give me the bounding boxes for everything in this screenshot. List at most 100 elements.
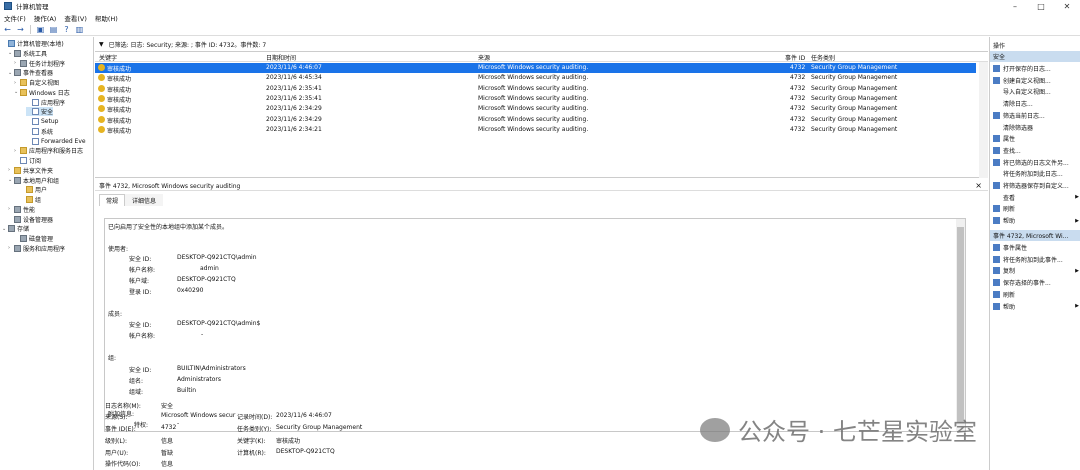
column-keyword[interactable]: 关键字 xyxy=(99,53,117,62)
tree-item-4[interactable]: › 自定义视图 xyxy=(14,78,59,87)
table-cell: Microsoft Windows security auditing. xyxy=(478,64,589,71)
action-item[interactable]: 帮助 ▶ xyxy=(990,301,1080,312)
column-source[interactable]: 来源 xyxy=(478,53,490,62)
group-domain-label: 组域: xyxy=(129,389,144,396)
forward-icon[interactable]: → xyxy=(15,24,26,34)
column-eventid[interactable]: 事件 ID xyxy=(785,53,805,62)
table-cell: 2023/11/6 4:46:07 xyxy=(266,64,322,71)
tree-item-14[interactable]: ⌄ 本地用户和组 xyxy=(8,176,59,185)
properties-icon[interactable]: ▤ xyxy=(48,24,59,34)
action-item[interactable]: 打开保存的日志... xyxy=(990,63,1080,74)
menu-action[interactable]: 操作(A) xyxy=(34,13,57,23)
tree-item-0[interactable]: 计算机管理(本地) xyxy=(2,39,64,48)
log-icon xyxy=(32,108,39,116)
description-scroll-thumb[interactable] xyxy=(957,227,964,423)
table-row[interactable]: 审核成功 2023/11/6 2:35:41 Microsoft Windows s… xyxy=(95,94,988,104)
tree-item-1[interactable]: ⌄ 系统工具 xyxy=(8,49,47,58)
tree-item-17[interactable]: › 性能 xyxy=(8,205,35,214)
action-label: 打开保存的日志... xyxy=(1003,66,1051,73)
minimize-button[interactable]: – xyxy=(1002,0,1028,12)
filter-bar: ▼ 已筛选: 日志: Security; 来源: ; 事件 ID: 4732。事… xyxy=(95,39,988,49)
tree-item-12[interactable]: 订阅 xyxy=(14,156,41,165)
subject-account-label: 帐户名称: xyxy=(129,267,156,274)
tree-item-label: 组 xyxy=(35,197,42,204)
menu-help[interactable]: 帮助(H) xyxy=(95,13,118,23)
table-row[interactable]: 审核成功 2023/11/6 2:35:41 Microsoft Windows s… xyxy=(95,84,988,94)
log-name-label: 日志名称(M): xyxy=(105,403,141,410)
grid-scrollbar[interactable] xyxy=(979,62,988,178)
column-datetime[interactable]: 日期和时间 xyxy=(266,53,296,62)
table-row[interactable]: 审核成功 2023/11/6 4:46:07 Microsoft Windows s… xyxy=(95,63,976,73)
actions-section-security[interactable]: 安全 xyxy=(990,51,1080,62)
action-item[interactable]: 将已筛选的日志文件另... xyxy=(990,157,1080,168)
tree-item-9[interactable]: 系统 xyxy=(26,127,53,136)
back-icon[interactable]: ← xyxy=(2,24,13,34)
tree-item-3[interactable]: ⌄ 事件查看器 xyxy=(8,68,53,77)
tree-item-15[interactable]: 用户 xyxy=(20,185,47,194)
action-item[interactable]: 将筛选器保存到自定义... xyxy=(990,180,1080,191)
events-grid: 关键字 日期和时间 来源 事件 ID 任务类别 审核成功 2023/11/6 4:… xyxy=(95,51,988,178)
action-item[interactable]: 清除日志... xyxy=(990,98,1080,109)
log-icon xyxy=(32,127,39,135)
action-item[interactable]: 刷新 xyxy=(990,203,1080,214)
privilege-value: - xyxy=(177,420,180,427)
action-item[interactable]: 查看 ▶ xyxy=(990,192,1080,203)
action-item[interactable]: 查找... xyxy=(990,145,1080,156)
tree-item-20[interactable]: 磁盘管理 xyxy=(14,234,53,243)
show-action-pane-icon[interactable]: ▥ xyxy=(74,24,85,34)
tab-details[interactable]: 详细信息 xyxy=(125,194,164,206)
actions-section-event[interactable]: 事件 4732, Microsoft Wi... xyxy=(990,230,1080,241)
table-row[interactable]: 审核成功 2023/11/6 2:34:29 Microsoft Windows s… xyxy=(95,115,988,125)
tree-item-21[interactable]: › 服务和应用程序 xyxy=(8,244,65,253)
source-label: 来源(S): xyxy=(105,414,128,421)
copy-icon xyxy=(993,267,1000,275)
tree-item-19[interactable]: ⌄ 存储 xyxy=(2,224,29,233)
help-icon[interactable]: ? xyxy=(61,24,72,34)
log-icon xyxy=(20,157,27,164)
action-item[interactable]: 将任务附加到此事件... xyxy=(990,254,1080,265)
action-item[interactable]: 筛选当前日志... xyxy=(990,110,1080,121)
maximize-button[interactable]: □ xyxy=(1028,0,1054,12)
tree-item-8[interactable]: Setup xyxy=(26,117,58,126)
action-item[interactable]: 属性 xyxy=(990,133,1080,144)
action-item[interactable]: 保存选择的事件... xyxy=(990,277,1080,288)
table-row[interactable]: 审核成功 2023/11/6 2:34:21 Microsoft Windows s… xyxy=(95,125,988,135)
show-hide-tree-icon[interactable]: ▣ xyxy=(35,24,46,34)
tree-item-5[interactable]: ⌄ Windows 日志 xyxy=(14,88,70,97)
action-item[interactable]: 将任务附加到此日志... xyxy=(990,168,1080,179)
filter-summary: 已筛选: 日志: Security; 来源: ; 事件 ID: 4732。事件数… xyxy=(108,41,267,49)
action-item[interactable]: 创建自定义视图... xyxy=(990,75,1080,86)
tree-item-18[interactable]: 设备管理器 xyxy=(8,215,53,224)
event-detail-header: 事件 4732, Microsoft Windows security audi… xyxy=(95,180,988,191)
actions-title: 操作 xyxy=(993,42,1006,50)
log-icon xyxy=(32,118,39,125)
menu-view[interactable]: 查看(V) xyxy=(64,13,87,23)
table-row[interactable]: 审核成功 2023/11/6 2:34:29 Microsoft Windows s… xyxy=(95,104,988,114)
tree-item-13[interactable]: › 共享文件夹 xyxy=(8,166,53,175)
action-item[interactable]: 导入自定义视图... xyxy=(990,86,1080,97)
menu-file[interactable]: 文件(F) xyxy=(4,13,26,23)
description-scrollbar[interactable] xyxy=(956,219,965,431)
action-item[interactable]: 清除筛选器 xyxy=(990,122,1080,133)
action-item[interactable]: 刷新 xyxy=(990,289,1080,300)
tree-item-7[interactable]: 安全 xyxy=(26,107,54,117)
close-detail-icon[interactable]: × xyxy=(975,181,982,190)
tab-general[interactable]: 常规 xyxy=(99,194,126,206)
watermark-text: 公众号 · 七芒星实验室 xyxy=(738,418,977,446)
watermark: 公众号 · 七芒星实验室 xyxy=(700,412,977,447)
tree-item-2[interactable]: › 任务计划程序 xyxy=(14,59,65,68)
tree-item-11[interactable]: › 应用程序和服务日志 xyxy=(14,146,83,155)
action-item[interactable]: 复制 ▶ xyxy=(990,265,1080,276)
save-filter-icon xyxy=(993,182,1000,189)
column-task-category[interactable]: 任务类别 xyxy=(811,53,835,62)
tree-item-16[interactable]: 组 xyxy=(20,195,41,204)
action-item[interactable]: 帮助 ▶ xyxy=(990,215,1080,226)
action-item[interactable]: 事件属性 xyxy=(990,242,1080,253)
tree-item-label: Forwarded Eve xyxy=(41,137,86,145)
table-row[interactable]: 审核成功 2023/11/6 4:45:34 Microsoft Windows s… xyxy=(95,73,988,83)
computer-icon xyxy=(8,40,15,47)
table-cell: 2023/11/6 4:45:34 xyxy=(266,74,322,82)
tree-item-10[interactable]: Forwarded Eve xyxy=(26,137,86,146)
close-button[interactable]: ✕ xyxy=(1054,0,1080,12)
tree-item-6[interactable]: 应用程序 xyxy=(26,98,65,107)
